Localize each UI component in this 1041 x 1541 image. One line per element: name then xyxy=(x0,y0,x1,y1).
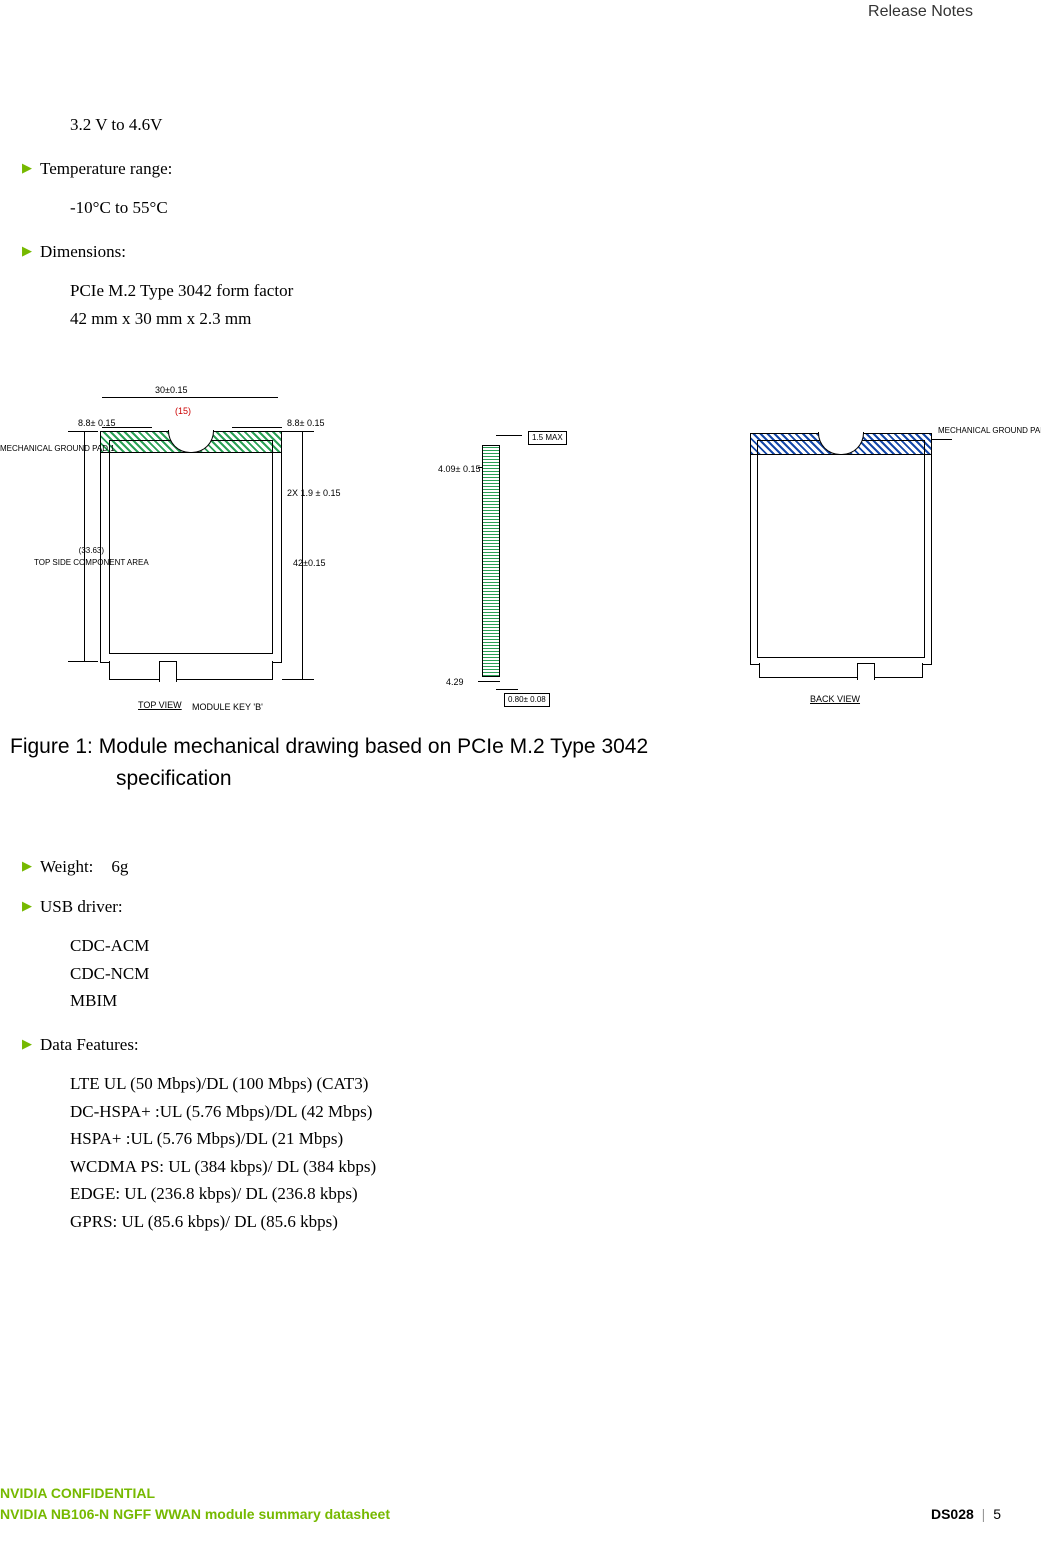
figure-title-cont: specification xyxy=(116,763,1001,795)
dim-side-15max: 1.5 MAX xyxy=(528,431,567,445)
dimensions-label: Dimensions: xyxy=(40,239,126,265)
dim-line xyxy=(102,397,278,398)
data-feature-3: HSPA+ :UL (5.76 Mbps)/DL (21 Mbps) xyxy=(70,1126,1001,1152)
figure-title: Module mechanical drawing based on PCIe … xyxy=(99,735,648,758)
dim-side-409: 4.09± 0.15 xyxy=(438,463,480,477)
label-mech-pad-2: MECHANICAL GROUND PAD 2 xyxy=(938,425,1041,437)
dim-right-88: 8.8± 0.15 xyxy=(287,417,324,431)
module-key-b-back xyxy=(857,663,875,680)
label-top-view: TOP VIEW xyxy=(138,699,182,713)
data-features-label: Data Features: xyxy=(40,1032,139,1058)
bullet-icon: ▶ xyxy=(22,894,32,918)
edge-connector-back xyxy=(759,663,923,678)
dim-fifteen: (15) xyxy=(175,405,191,419)
footer-page-info: DS028 | 5 xyxy=(931,1504,1001,1525)
data-feature-4: WCDMA PS: UL (384 kbps)/ DL (384 kbps) xyxy=(70,1154,1001,1180)
label-module-key: MODULE KEY 'B' xyxy=(192,701,263,715)
dim-line xyxy=(232,427,282,428)
dimensions-value: PCIe M.2 Type 3042 form factor 42 mm x 3… xyxy=(70,278,1001,331)
bullet-icon: ▶ xyxy=(22,239,32,263)
bullet-icon: ▶ xyxy=(22,1032,32,1056)
usb-driver-2: CDC-NCM xyxy=(70,961,1001,987)
dim-side-080: 0.80± 0.08 xyxy=(504,693,550,707)
voltage-value: 3.2 V to 4.6V xyxy=(70,112,1001,138)
dim-line xyxy=(68,661,98,662)
side-view-outline xyxy=(482,445,500,677)
edge-connector xyxy=(109,661,273,680)
page-footer: NVIDIA CONFIDENTIAL NVIDIA NB106-N NGFF … xyxy=(0,1483,1001,1525)
dim-line xyxy=(282,679,314,680)
spec-weight: ▶ Weight: 6g xyxy=(22,854,1001,880)
dim-line xyxy=(478,681,500,682)
dim-line xyxy=(302,431,303,679)
spec-dimensions: ▶ Dimensions: xyxy=(22,239,1001,265)
mechanical-drawing: 30±0.15 (15) 8.8± 0.15 8.8± 0.15 MECHANI… xyxy=(10,381,1030,721)
data-feature-1: LTE UL (50 Mbps)/DL (100 Mbps) (CAT3) xyxy=(70,1071,1001,1097)
dim-side-429: 4.29 xyxy=(446,676,464,690)
dim-height: 42±0.15 xyxy=(293,557,325,571)
dim-2x19: 2X 1.9 ± 0.15 xyxy=(287,487,340,501)
header-section-label: Release Notes xyxy=(868,0,973,24)
spec-temperature: ▶ Temperature range: xyxy=(22,156,1001,182)
dimensions-line-2: 42 mm x 30 mm x 2.3 mm xyxy=(70,306,1001,332)
dim-width: 30±0.15 xyxy=(155,384,187,398)
weight-label: Weight: xyxy=(40,854,93,880)
usb-driver-label: USB driver: xyxy=(40,894,123,920)
page-content: 3.2 V to 4.6V ▶ Temperature range: -10°C… xyxy=(0,112,1041,1252)
usb-driver-1: CDC-ACM xyxy=(70,933,1001,959)
temperature-label: Temperature range: xyxy=(40,156,172,182)
usb-driver-3: MBIM xyxy=(70,988,1001,1014)
footer-separator: | xyxy=(982,1506,986,1522)
figure-number: Figure 1: xyxy=(10,735,93,758)
back-view-inner xyxy=(757,440,925,658)
footer-confidential: NVIDIA CONFIDENTIAL xyxy=(0,1483,1001,1504)
spec-usb-driver: ▶ USB driver: xyxy=(22,894,1001,920)
back-view-outline xyxy=(750,433,932,665)
dim-left-88: 8.8± 0.15 xyxy=(78,417,115,431)
weight-value: 6g xyxy=(111,854,128,880)
footer-doc-title: NVIDIA NB106-N NGFF WWAN module summary … xyxy=(0,1504,390,1525)
data-feature-2: DC-HSPA+ :UL (5.76 Mbps)/DL (42 Mbps) xyxy=(70,1099,1001,1125)
label-mech-pad-1: MECHANICAL GROUND PAD 1 xyxy=(0,443,115,455)
spec-data-features: ▶ Data Features: xyxy=(22,1032,1001,1058)
bullet-icon: ▶ xyxy=(22,854,32,878)
data-feature-6: GPRS: UL (85.6 kbps)/ DL (85.6 kbps) xyxy=(70,1209,1001,1235)
dim-comp-area-1: (33.63) xyxy=(79,546,104,555)
dim-comp-area-2: TOP SIDE COMPONENT AREA xyxy=(34,558,149,567)
label-back-view: BACK VIEW xyxy=(810,693,860,707)
data-feature-5: EDGE: UL (236.8 kbps)/ DL (236.8 kbps) xyxy=(70,1181,1001,1207)
dim-line xyxy=(496,435,522,436)
bullet-icon: ▶ xyxy=(22,156,32,180)
module-key-b xyxy=(159,661,177,682)
figure-caption: Figure 1: Module mechanical drawing base… xyxy=(10,731,1001,794)
dim-comp-area: (33.63) TOP SIDE COMPONENT AREA xyxy=(34,545,149,569)
footer-page-number: 5 xyxy=(993,1506,1001,1522)
dimensions-line-1: PCIe M.2 Type 3042 form factor xyxy=(70,278,1001,304)
dim-line xyxy=(282,431,314,432)
dim-line xyxy=(496,689,518,690)
footer-doc-id: DS028 xyxy=(931,1506,974,1522)
data-features-values: LTE UL (50 Mbps)/DL (100 Mbps) (CAT3) DC… xyxy=(70,1071,1001,1234)
dim-line xyxy=(68,431,98,432)
usb-driver-values: CDC-ACM CDC-NCM MBIM xyxy=(70,933,1001,1014)
temperature-value: -10°C to 55°C xyxy=(70,195,1001,221)
